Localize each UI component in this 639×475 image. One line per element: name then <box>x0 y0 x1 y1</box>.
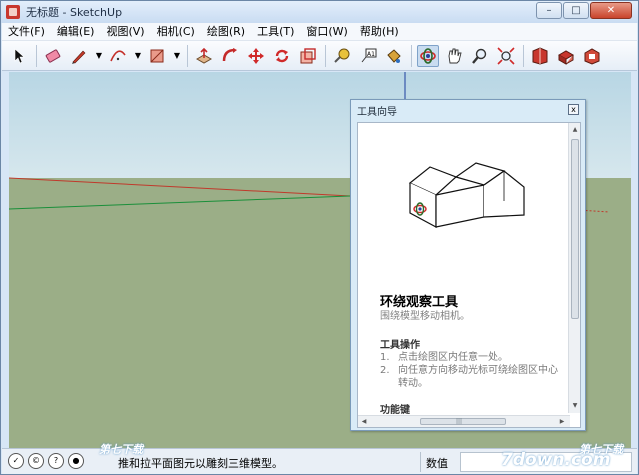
chevron-down-icon[interactable]: ▼ <box>133 45 143 67</box>
extension-icon[interactable] <box>581 45 603 67</box>
toolbar-separator <box>523 44 524 67</box>
zoom-extents-icon[interactable] <box>495 45 517 67</box>
panel-content: 环绕观察工具 围绕模型移动相机。 工具操作 1. 点击绘图区内任意一处。 2. … <box>357 122 581 428</box>
menu-help[interactable]: 帮助(H) <box>354 23 405 41</box>
scale-icon[interactable] <box>297 45 319 67</box>
menu-tools[interactable]: 工具(T) <box>251 23 300 41</box>
watermark-left: 第七下载 <box>99 443 143 456</box>
tape-measure-icon[interactable] <box>331 45 353 67</box>
close-button[interactable]: ✕ <box>590 2 632 19</box>
list-item: 1. 点击绘图区内任意一处。 <box>380 351 560 364</box>
geolocation-icon[interactable]: ✓ <box>8 453 24 469</box>
orbit-icon[interactable] <box>417 44 439 67</box>
menu-window[interactable]: 窗口(W) <box>300 23 353 41</box>
status-icons: ✓ © ? ● <box>8 453 84 469</box>
pan-hand-icon[interactable] <box>443 45 465 67</box>
tool-description: 围绕模型移动相机。 <box>380 311 470 322</box>
scroll-thumb[interactable] <box>571 139 579 319</box>
chevron-down-icon[interactable]: ▼ <box>172 45 182 67</box>
select-arrow-icon[interactable] <box>8 45 30 67</box>
scroll-up-icon[interactable]: ▲ <box>571 126 579 134</box>
credits-icon[interactable]: © <box>28 453 44 469</box>
user-icon[interactable]: ● <box>68 453 84 469</box>
sketchup-window: 无标题 - SketchUp – □ ✕ 文件(F) 编辑(E) 视图(V) 相… <box>0 0 639 475</box>
main-toolbar: ▼ ▼ ▼ A1 <box>2 41 637 71</box>
sketchup-app-icon <box>6 5 20 19</box>
menu-edit[interactable]: 编辑(E) <box>51 23 101 41</box>
operations-heading: 工具操作 <box>380 340 420 351</box>
value-label: 数值 <box>426 457 448 470</box>
chevron-down-icon[interactable]: ▼ <box>94 45 104 67</box>
panel-header: 工具向导 <box>351 100 585 120</box>
panel-vertical-scrollbar[interactable]: ▲ ▼ <box>568 123 580 413</box>
operation-text: 向任意方向移动光标可绕绘图区中心转动。 <box>398 365 558 389</box>
text-label-icon[interactable]: A1 <box>357 45 379 67</box>
menu-file[interactable]: 文件(F) <box>2 23 51 41</box>
menu-camera[interactable]: 相机(C) <box>151 23 201 41</box>
share-model-icon[interactable] <box>555 45 577 67</box>
list-item: 2. 向任意方向移动光标可绕绘图区中心转动。 <box>380 364 560 390</box>
zoom-icon[interactable] <box>469 45 491 67</box>
pencil-line-icon[interactable] <box>68 45 90 67</box>
operation-number: 2. <box>380 365 390 376</box>
window-controls: – □ ✕ <box>536 2 632 19</box>
move-icon[interactable] <box>245 45 267 67</box>
watermark-domain: 7down.com <box>501 450 611 470</box>
grip-icon: ||| <box>456 418 463 425</box>
maximize-button[interactable]: □ <box>563 2 589 19</box>
follow-me-icon[interactable] <box>219 45 241 67</box>
toolbar-separator <box>36 44 37 67</box>
arc-icon[interactable] <box>107 45 129 67</box>
toolbar-separator <box>187 44 188 67</box>
push-pull-icon[interactable] <box>193 45 215 67</box>
toolbar-separator <box>325 44 326 67</box>
rectangle-icon[interactable] <box>146 45 168 67</box>
status-divider <box>420 452 421 472</box>
red-axis-line <box>9 177 351 197</box>
menu-draw[interactable]: 绘图(R) <box>201 23 251 41</box>
svg-text:A1: A1 <box>367 51 375 58</box>
toolbar-separator <box>411 44 412 67</box>
minimize-button[interactable]: – <box>536 2 562 19</box>
panel-title: 工具向导 <box>357 106 397 118</box>
operation-number: 1. <box>380 352 390 363</box>
status-message: 推和拉平面图元以雕刻三维模型。 <box>118 457 283 470</box>
panel-horizontal-scrollbar[interactable]: ◀ ||| ▶ <box>358 415 570 427</box>
menu-bar: 文件(F) 编辑(E) 视图(V) 相机(C) 绘图(R) 工具(T) 窗口(W… <box>2 23 637 41</box>
scroll-left-icon[interactable]: ◀ <box>360 418 368 426</box>
instructor-panel: 工具向导 x 环绕观察工具 围绕模型移动相机。 工具操作 1. 点击绘图区内任意… <box>350 99 586 431</box>
window-title: 无标题 - SketchUp <box>26 6 123 19</box>
eraser-icon[interactable] <box>42 45 64 67</box>
scroll-down-icon[interactable]: ▼ <box>571 402 579 410</box>
help-icon[interactable]: ? <box>48 453 64 469</box>
rotate-icon[interactable] <box>271 45 293 67</box>
paint-bucket-icon[interactable] <box>383 45 405 67</box>
modifier-keys-heading: 功能键 <box>380 405 410 416</box>
green-axis-line <box>9 195 351 210</box>
operations-list: 1. 点击绘图区内任意一处。 2. 向任意方向移动光标可绕绘图区中心转动。 <box>380 351 560 390</box>
orbit-house-illustration <box>408 162 525 229</box>
scroll-right-icon[interactable]: ▶ <box>558 418 566 426</box>
title-bar: 无标题 - SketchUp – □ ✕ <box>1 1 638 23</box>
warehouse-icon[interactable] <box>529 45 551 67</box>
scroll-thumb[interactable]: ||| <box>420 418 506 425</box>
operation-text: 点击绘图区内任意一处。 <box>398 352 508 363</box>
panel-close-button[interactable]: x <box>568 104 579 115</box>
menu-view[interactable]: 视图(V) <box>100 23 150 41</box>
